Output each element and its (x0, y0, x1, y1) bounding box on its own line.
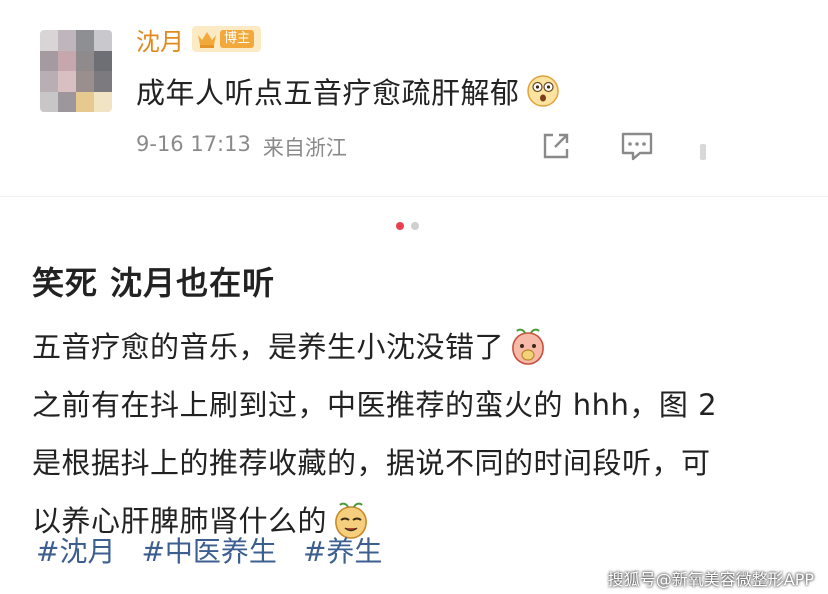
body-line: 之前有在抖上刷到过，中医推荐的蛮火的 hhh，图 2 (32, 388, 718, 422)
post-location: 来自浙江 (262, 136, 347, 160)
shocked-face-emoji-icon (526, 75, 559, 107)
carousel-indicator (396, 222, 419, 230)
article-body: 五音疗愈的音乐，是养生小沈没错了 之前有在抖上刷到过，中医推荐的蛮火的 hhh，… (32, 318, 812, 550)
post-meta: 9-16 17:13 来自浙江 (136, 132, 347, 162)
post-text: 成年人听点五音疗愈疏肝解郁 (136, 70, 560, 112)
comment-icon[interactable] (620, 130, 654, 162)
body-line: 是根据抖上的推荐收藏的，据说不同的时间段听，可 (32, 446, 711, 480)
share-icon[interactable] (540, 130, 572, 162)
carousel-dot-1[interactable] (396, 222, 404, 230)
blogger-badge: 博主 (192, 26, 262, 52)
hashtag-wellness[interactable]: #养生 (303, 530, 382, 570)
hashtag-shenyue[interactable]: #沈月 (36, 530, 115, 570)
peach-covering-mouth-emoji-icon (512, 328, 544, 365)
article-headline: 笑死 沈月也在听 (32, 264, 276, 302)
carousel-dot-2[interactable] (411, 222, 419, 230)
weibo-post-card: 沈月 博主 成年人听点五音疗愈疏肝解郁 9-16 17:13 来自浙江 (0, 0, 828, 197)
post-time: 9-16 17:13 (136, 132, 251, 156)
body-line: 五音疗愈的音乐，是养生小沈没错了 (32, 318, 812, 376)
hashtag-list: #沈月 #中医养生 #养生 (36, 530, 382, 570)
crown-icon (198, 32, 216, 48)
author-name[interactable]: 沈月 (136, 22, 184, 57)
hashtag-tcm-wellness[interactable]: #中医养生 (141, 530, 276, 570)
source-watermark: 搜狐号@新氧美容微整形APP (607, 570, 814, 589)
avatar[interactable] (40, 30, 112, 112)
like-icon[interactable] (700, 144, 706, 160)
